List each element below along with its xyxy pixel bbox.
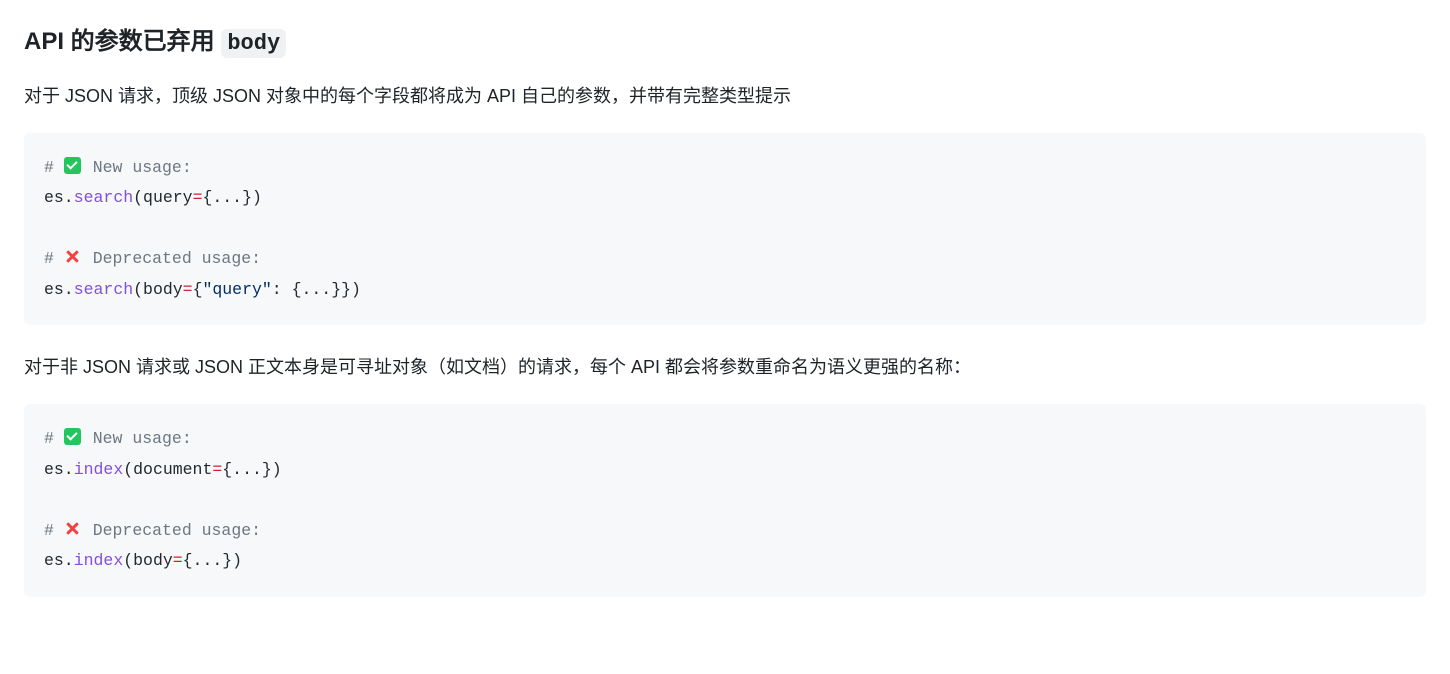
code-line: # New usage: [44,153,1406,184]
code-line: es.index(document={...}) [44,455,1406,486]
comment-text: Deprecated usage: [83,249,261,268]
code-line: # New usage: [44,424,1406,455]
comment-text: Deprecated usage: [83,521,261,540]
code-block-2: # New usage: es.index(document={...}) # … [24,404,1426,597]
blank-line [44,214,1406,245]
comment-text: New usage: [83,158,192,177]
hash: # [44,429,54,448]
blank-line [44,485,1406,516]
hash: # [44,158,54,177]
cross-icon [64,520,81,537]
heading-text: API 的参数已弃用 [24,28,215,55]
code-block-1: # New usage: es.search(query={...}) # De… [24,133,1426,326]
code-line: es.search(query={...}) [44,183,1406,214]
code-line: es.search(body={"query": {...}}) [44,275,1406,306]
hash: # [44,249,54,268]
paragraph-1: 对于 JSON 请求，顶级 JSON 对象中的每个字段都将成为 API 自己的参… [24,82,1426,111]
heading-code: body [221,29,286,58]
hash: # [44,521,54,540]
code-line: # Deprecated usage: [44,516,1406,547]
comment-text: New usage: [83,429,192,448]
check-icon [64,428,81,445]
check-icon [64,157,81,174]
code-line: # Deprecated usage: [44,244,1406,275]
code-line: es.index(body={...}) [44,546,1406,577]
section-heading: API 的参数已弃用 body [24,24,1426,60]
cross-icon [64,248,81,265]
paragraph-2: 对于非 JSON 请求或 JSON 正文本身是可寻址对象（如文档）的请求，每个 … [24,353,1426,382]
